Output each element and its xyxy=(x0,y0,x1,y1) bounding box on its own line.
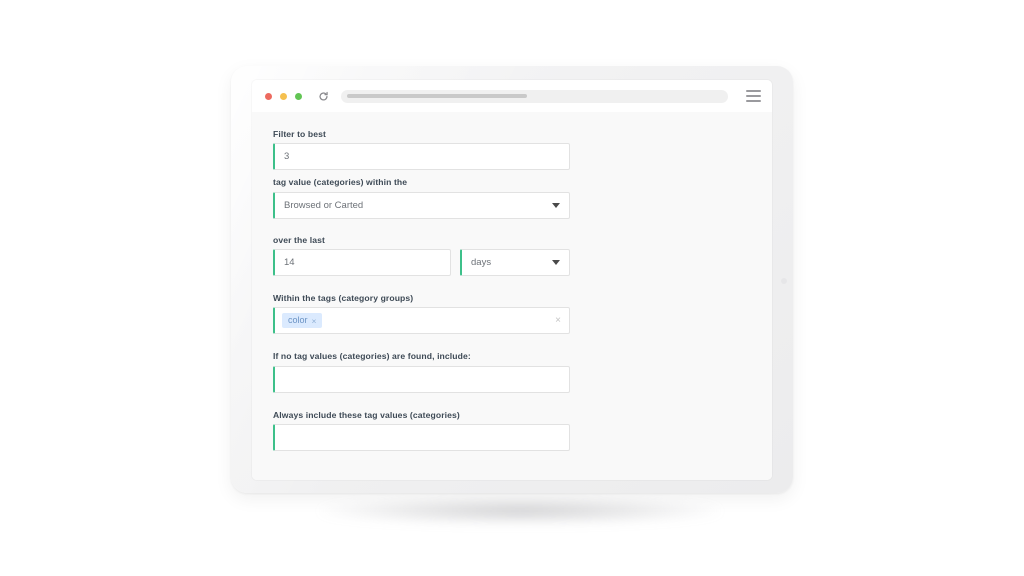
input-filter-to-best-value: 3 xyxy=(284,151,290,163)
tablet-device-frame: Filter to best 3 tag value (categories) … xyxy=(231,66,793,493)
device-side-button xyxy=(781,278,787,284)
chevron-down-icon xyxy=(552,202,560,208)
input-over-the-last-amount-value: 14 xyxy=(284,256,295,268)
input-filter-to-best[interactable]: 3 xyxy=(273,143,570,171)
traffic-light-group xyxy=(265,92,302,100)
tag-chip[interactable]: color × xyxy=(282,313,323,329)
address-bar[interactable] xyxy=(341,89,728,103)
input-always-include-tag-values[interactable] xyxy=(273,423,570,451)
tag-chip-label: color xyxy=(288,315,308,326)
clear-all-tags-icon[interactable]: × xyxy=(555,315,561,326)
label-filter-to-best: Filter to best xyxy=(273,129,326,139)
maximize-window-button[interactable] xyxy=(295,92,302,100)
address-bar-placeholder-line xyxy=(347,94,527,98)
label-if-no-tag-values-found: If no tag values (categories) are found,… xyxy=(273,351,471,362)
label-tag-value-within: tag value (categories) within the xyxy=(273,177,408,188)
hamburger-menu-icon[interactable] xyxy=(746,90,761,102)
minimize-window-button[interactable] xyxy=(280,92,287,100)
input-fallback-tag-values[interactable] xyxy=(273,365,570,393)
label-always-include-tag-values: Always include these tag values (categor… xyxy=(273,409,460,420)
tags-input-within-the-tags[interactable]: color × × xyxy=(273,307,570,335)
browser-window: Filter to best 3 tag value (categories) … xyxy=(252,80,772,480)
select-over-the-last-unit[interactable]: days xyxy=(460,248,570,276)
browser-chrome-bar xyxy=(252,80,772,112)
over-the-last-row: 14 days xyxy=(273,248,772,276)
select-over-the-last-unit-value: days xyxy=(471,256,492,268)
device-drop-shadow xyxy=(320,498,720,524)
select-tag-value-source-value: Browsed or Carted xyxy=(284,199,364,211)
label-within-the-tags: Within the tags (category groups) xyxy=(273,292,414,303)
select-tag-value-source[interactable]: Browsed or Carted xyxy=(273,191,570,219)
page-content: Filter to best 3 tag value (categories) … xyxy=(252,112,772,480)
remove-tag-icon[interactable]: × xyxy=(312,316,317,326)
label-over-the-last: over the last xyxy=(273,234,325,245)
reload-icon[interactable] xyxy=(316,89,330,103)
input-over-the-last-amount[interactable]: 14 xyxy=(273,248,451,276)
chevron-down-icon xyxy=(552,259,560,265)
screenshot-root: Filter to best 3 tag value (categories) … xyxy=(0,0,1024,576)
close-window-button[interactable] xyxy=(265,92,272,100)
